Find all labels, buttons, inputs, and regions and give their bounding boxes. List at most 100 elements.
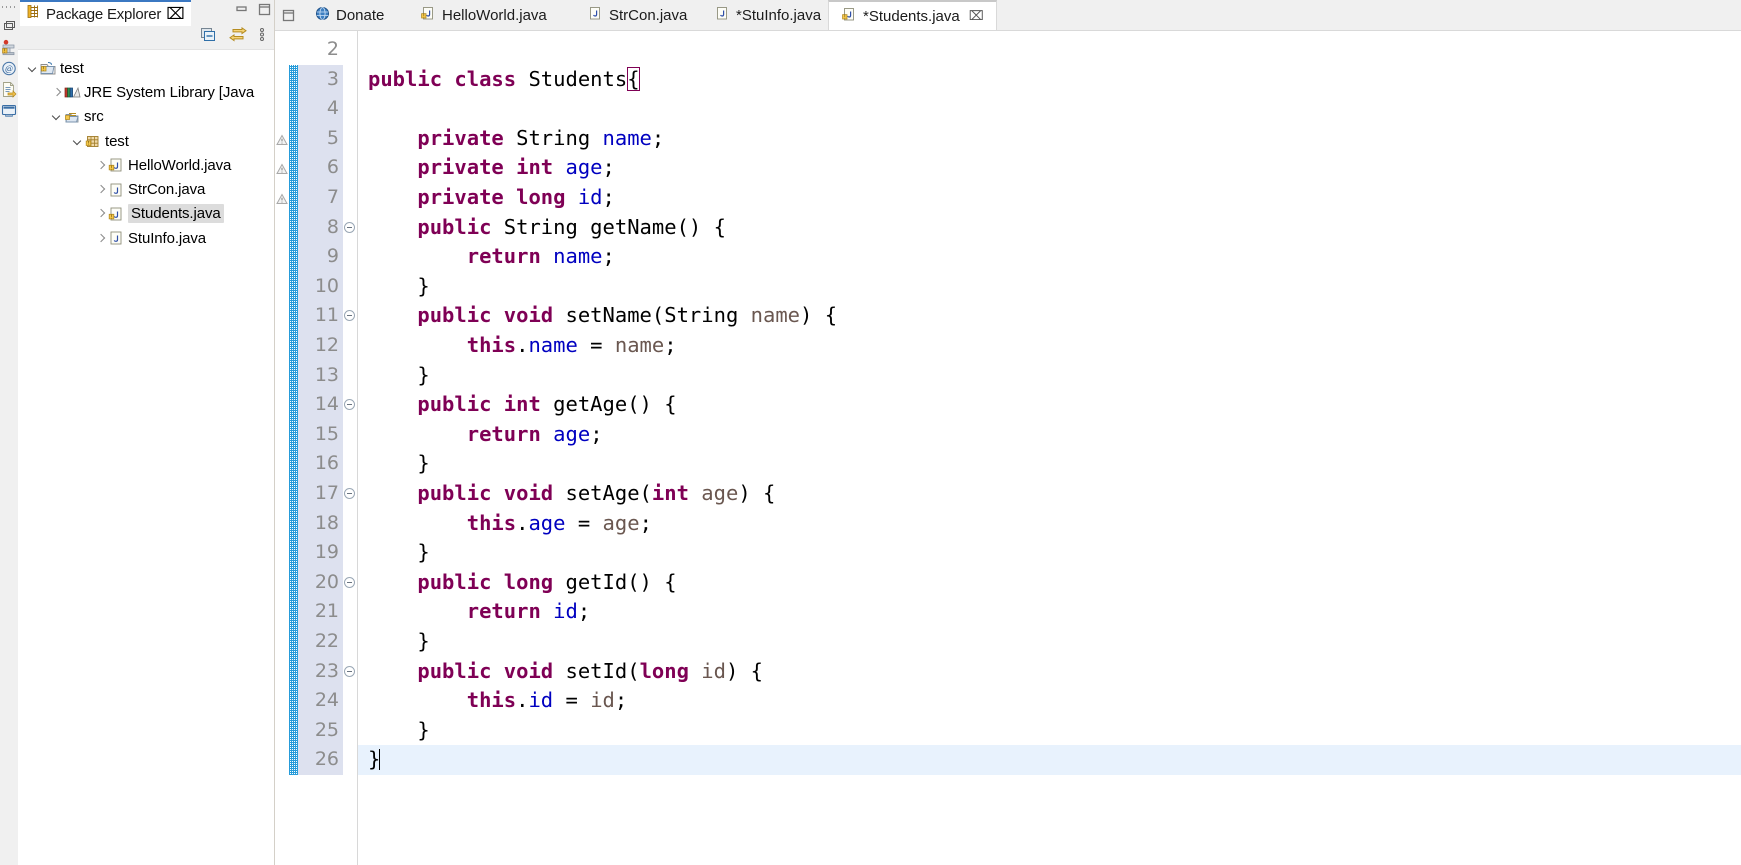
- code-line[interactable]: public void setAge(int age) {: [358, 479, 1741, 509]
- code-line[interactable]: public long getId() {: [358, 568, 1741, 598]
- tree-item-file-helloworld[interactable]: ! HelloWorld.java: [18, 153, 275, 177]
- line-number: 17: [298, 479, 343, 509]
- code-line[interactable]: }: [358, 716, 1741, 746]
- code-line[interactable]: }: [358, 449, 1741, 479]
- close-icon[interactable]: ⌧: [166, 4, 184, 24]
- tree-item-label: test: [105, 132, 129, 150]
- fold-collapse-icon[interactable]: [344, 310, 355, 322]
- tree-item-file-stuinfo[interactable]: StuInfo.java: [18, 226, 275, 250]
- code-line[interactable]: }: [358, 538, 1741, 568]
- fold-collapse-icon[interactable]: [344, 488, 355, 499]
- code-token: getAge() {: [540, 392, 677, 417]
- chevron-right-icon[interactable]: [94, 159, 107, 172]
- chevron-right-icon[interactable]: [94, 232, 107, 245]
- code-line[interactable]: this.id = id;: [358, 686, 1741, 716]
- tree-item-label: test: [60, 59, 84, 77]
- warning-marker-icon[interactable]: [276, 162, 288, 175]
- fold-collapse-icon[interactable]: [344, 576, 355, 588]
- code-line[interactable]: }: [358, 272, 1741, 302]
- tree-item-package-test[interactable]: ! test: [18, 129, 275, 153]
- chevron-right-icon[interactable]: [50, 86, 63, 99]
- code-line[interactable]: }: [358, 627, 1741, 657]
- code-line[interactable]: return id;: [358, 597, 1741, 627]
- annotation-ruler[interactable]: [275, 31, 289, 865]
- chevron-down-icon[interactable]: [50, 110, 63, 123]
- view-menu-icon[interactable]: [259, 27, 265, 48]
- folding-ruler[interactable]: [343, 31, 358, 865]
- code-token: id: [577, 185, 603, 209]
- code-line[interactable]: public String getName() {: [358, 213, 1741, 243]
- code-line[interactable]: public void setId(long id) {: [358, 657, 1741, 687]
- code-line[interactable]: public void setName(String name) {: [358, 301, 1741, 331]
- tree-item-file-strcon[interactable]: StrCon.java: [18, 177, 275, 201]
- text-caret: [379, 749, 381, 771]
- code-line[interactable]: }: [358, 745, 1741, 775]
- line-number: 14: [298, 390, 343, 420]
- line-number: 24: [298, 686, 343, 716]
- view-window-buttons: [235, 3, 271, 21]
- chevron-right-icon[interactable]: [94, 183, 107, 196]
- close-icon[interactable]: ⌧: [969, 8, 984, 24]
- fold-collapse-icon[interactable]: [344, 221, 355, 233]
- declaration-fastview-icon[interactable]: [1, 81, 17, 98]
- code-line[interactable]: public class Students{: [358, 65, 1741, 95]
- code-token: name: [614, 333, 665, 357]
- java-file-icon: [587, 6, 603, 25]
- tree-item-project-test[interactable]: ! test: [18, 56, 275, 80]
- tab-package-explorer[interactable]: Package Explorer ⌧: [20, 0, 191, 26]
- package-explorer-fastview-icon[interactable]: !: [1, 39, 17, 56]
- tree-item-file-students[interactable]: ! Students.java: [18, 202, 275, 226]
- editor-tab-stuinfo[interactable]: *StuInfo.java: [702, 0, 833, 30]
- code-token: name: [553, 244, 603, 269]
- code-line[interactable]: private int age;: [358, 153, 1741, 183]
- project-tree[interactable]: ! test JRE System Library [Java src ! te…: [18, 50, 275, 250]
- tree-item-source-folder-src[interactable]: src: [18, 105, 275, 129]
- code-line[interactable]: public int getAge() {: [358, 390, 1741, 420]
- link-with-editor-icon[interactable]: [229, 26, 247, 48]
- editor-tab-donate[interactable]: Donate: [303, 0, 396, 30]
- code-token: {: [627, 66, 640, 91]
- fast-view-grip[interactable]: [2, 2, 16, 14]
- code-line[interactable]: this.name = name;: [358, 331, 1741, 361]
- tree-item-label: JRE System Library [Java: [84, 83, 255, 101]
- tree-item-jre-system-library[interactable]: JRE System Library [Java: [18, 80, 275, 104]
- chevron-down-icon[interactable]: [26, 62, 39, 75]
- fold-collapse-icon[interactable]: [344, 399, 355, 411]
- collapse-all-icon[interactable]: [200, 27, 217, 48]
- chevron-down-icon[interactable]: [71, 135, 84, 148]
- editor-tab-helloworld[interactable]: ! HelloWorld.java: [408, 0, 559, 30]
- editor-tab-students[interactable]: ! *Students.java ⌧: [828, 0, 997, 30]
- code-line[interactable]: private String name;: [358, 124, 1741, 154]
- javadoc-fastview-icon[interactable]: @: [1, 60, 17, 77]
- code-line[interactable]: return name;: [358, 242, 1741, 272]
- maximize-view-icon[interactable]: [258, 3, 271, 21]
- code-line[interactable]: private long id;: [358, 183, 1741, 213]
- code-line[interactable]: [358, 94, 1741, 124]
- code-editor[interactable]: 2 3 4 5 6 7 8 9 10 11 12 13 14 15 16 17 18 19 20 21 22 23 24 25…: [275, 31, 1741, 865]
- code-token: ;: [602, 155, 615, 180]
- line-number: 4: [298, 94, 343, 124]
- editor-restore-icon[interactable]: [275, 0, 301, 30]
- warning-marker-icon[interactable]: [276, 192, 288, 204]
- code-text[interactable]: public class Students{ private String na…: [358, 31, 1741, 865]
- library-icon: [63, 84, 81, 100]
- code-token: id: [528, 688, 554, 713]
- console-fastview-icon[interactable]: [1, 102, 17, 119]
- minimize-view-icon[interactable]: [235, 3, 248, 21]
- chevron-right-icon[interactable]: [94, 207, 107, 220]
- editor-tab-strcon[interactable]: StrCon.java: [575, 0, 699, 30]
- code-line[interactable]: this.age = age;: [358, 509, 1741, 539]
- code-line[interactable]: return age;: [358, 420, 1741, 450]
- fold-collapse-icon[interactable]: [344, 665, 355, 677]
- code-line[interactable]: [358, 35, 1741, 65]
- java-file-icon: [714, 6, 730, 25]
- code-token: return: [466, 599, 541, 624]
- restore-view-icon[interactable]: [1, 18, 17, 35]
- code-line[interactable]: }: [358, 361, 1741, 391]
- warning-marker-icon[interactable]: [276, 133, 288, 145]
